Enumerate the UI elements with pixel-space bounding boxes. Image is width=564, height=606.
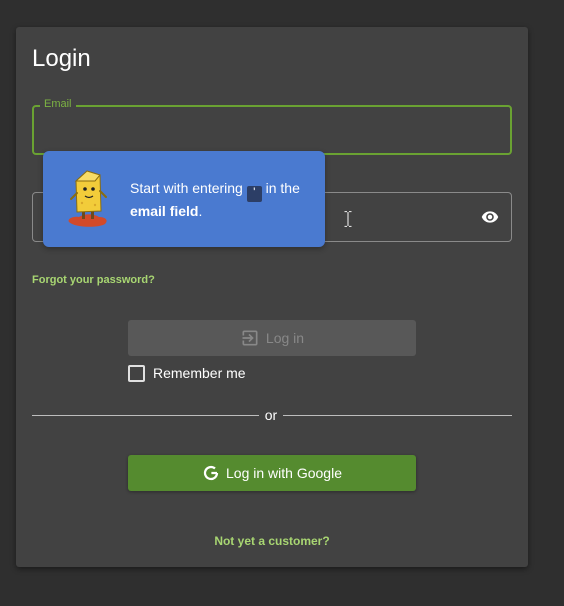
forgot-password-link[interactable]: Forgot your password?	[32, 274, 155, 286]
email-field[interactable]: Email	[32, 97, 512, 155]
tooltip-text: Start with entering ' in the email field…	[130, 179, 315, 221]
login-card: Login Email Forgot your password? Log in…	[16, 27, 528, 567]
email-label: Email	[40, 97, 76, 111]
tooltip-text-before: Start with entering	[130, 180, 243, 196]
login-button[interactable]: Log in	[128, 320, 416, 356]
mascot-character-icon	[68, 170, 107, 227]
google-g-icon	[203, 465, 219, 481]
login-button-label: Log in	[265, 330, 305, 346]
signup-link[interactable]: Not yet a customer?	[16, 534, 528, 548]
remember-me-checkbox[interactable]	[128, 364, 145, 382]
email-input[interactable]	[44, 119, 488, 143]
page-title: Login	[32, 45, 91, 72]
tooltip-text-after: .	[198, 203, 203, 219]
divider-text: or	[264, 407, 278, 423]
tooltip-text-middle: in the	[265, 180, 300, 196]
divider-line-right	[283, 415, 512, 416]
onboarding-tooltip: Start with entering ' in the email field…	[43, 151, 325, 247]
login-arrow-icon	[242, 330, 258, 346]
google-login-button[interactable]: Log in with Google	[128, 455, 416, 491]
google-button-label: Log in with Google	[226, 465, 342, 481]
eye-icon[interactable]	[481, 208, 499, 226]
or-divider: or	[32, 407, 512, 423]
remember-me-row[interactable]: Remember me	[128, 364, 246, 382]
tooltip-text-bold: email field	[130, 203, 199, 219]
divider-line-left	[32, 415, 259, 416]
remember-me-label: Remember me	[153, 365, 246, 381]
key-glyph-icon: '	[246, 186, 262, 202]
text-cursor-icon	[344, 211, 352, 227]
